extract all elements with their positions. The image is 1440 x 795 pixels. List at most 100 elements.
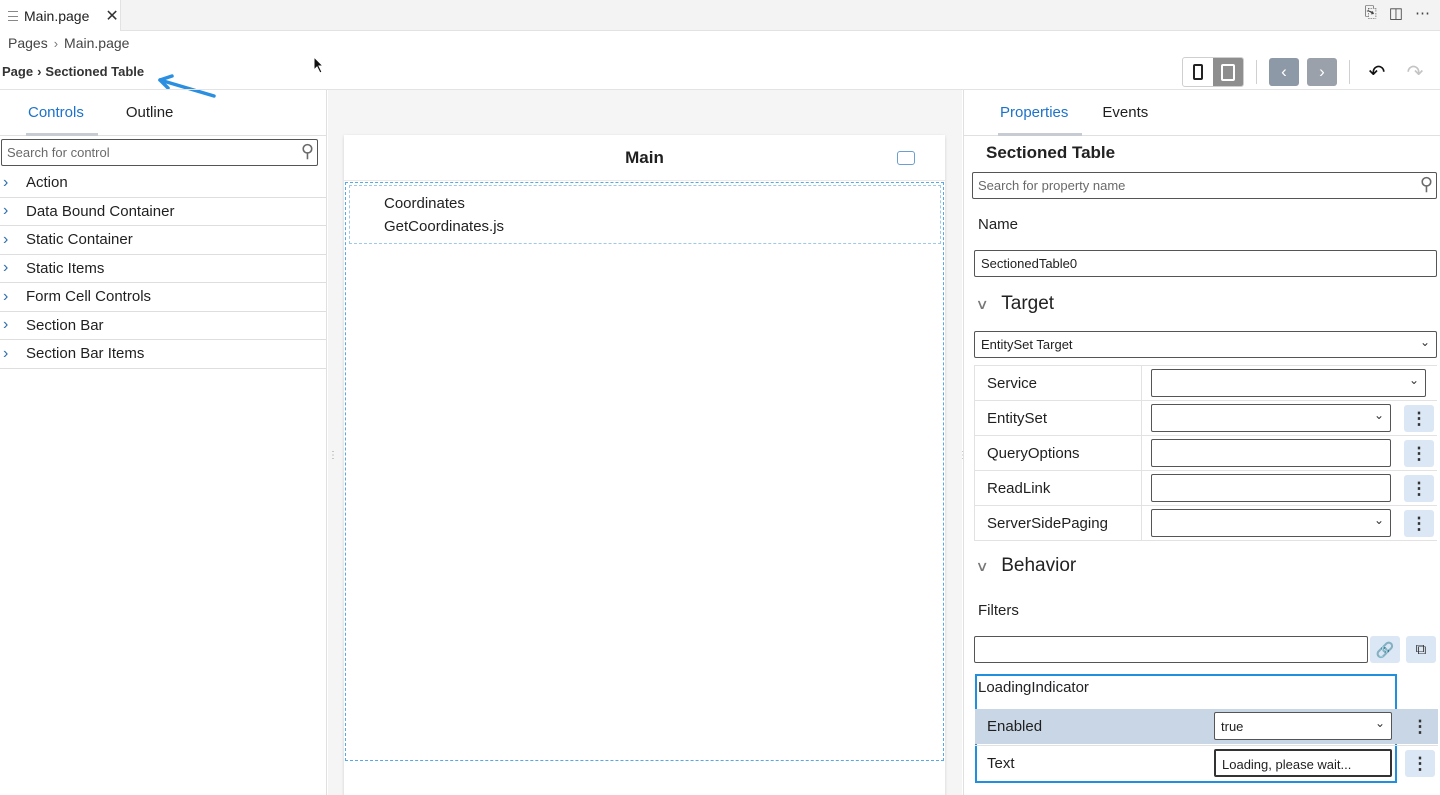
name-label: Name (978, 216, 1019, 233)
add-item-icon[interactable]: ⧉ (1406, 636, 1436, 663)
more-options-button[interactable]: ⋮ (1404, 440, 1434, 467)
more-options-button[interactable]: ⋮ (1405, 750, 1435, 777)
control-category-label: Section Bar (26, 316, 104, 334)
chevron-right-icon: › (53, 35, 59, 51)
property-label: Service (974, 366, 1142, 400)
more-options-button[interactable]: ⋮ (1404, 475, 1434, 502)
enabled-select[interactable]: true ⌄ (1214, 712, 1392, 740)
target-properties-grid: Service ⌄ EntitySet ⌄ ⋮ QueryOptions ⋮ R… (974, 365, 1437, 541)
name-field[interactable]: SectionedTable0 (974, 250, 1437, 277)
chevron-down-icon: ⌄ (1408, 373, 1419, 387)
target-type-select[interactable]: EntitySet Target ⌄ (974, 331, 1437, 358)
property-search-placeholder: Search for property name (978, 178, 1126, 193)
designer-toolbar: ‹ › ↶ ↷ (1182, 57, 1430, 87)
chevron-down-icon: ⌄ (1373, 408, 1384, 422)
control-category[interactable]: › Static Items (0, 255, 326, 283)
redo-button[interactable]: ↷ (1400, 60, 1430, 85)
chevron-right-icon: › (3, 173, 9, 191)
screenshot-icon[interactable] (897, 151, 915, 165)
sectioned-table-control[interactable]: Coordinates GetCoordinates.js (345, 182, 944, 761)
navigate-back-button[interactable]: ‹ (1269, 58, 1299, 86)
design-canvas: ⋮ ⋮ Main Coordinates GetCoordinates.js (328, 90, 968, 795)
properties-panel: Properties Events Sectioned Table Search… (963, 90, 1440, 795)
property-search-input[interactable]: Search for property name ⚲ (972, 172, 1437, 199)
phone-view-button[interactable] (1183, 58, 1213, 86)
property-label: EntitySet (974, 401, 1142, 435)
behavior-heading: Behavior (1001, 555, 1077, 576)
breadcrumb-pages[interactable]: Pages (8, 35, 48, 51)
tablet-icon (1221, 63, 1235, 81)
property-row-enabled[interactable]: Enabled true ⌄ ⋮ (975, 709, 1438, 744)
service-select[interactable]: ⌄ (1151, 369, 1426, 397)
loading-indicator-label: LoadingIndicator (978, 679, 1089, 696)
queryoptions-input[interactable] (1151, 439, 1391, 467)
control-search-placeholder: Search for control (7, 145, 110, 160)
device-toggle (1182, 57, 1244, 87)
cell-title: Coordinates (384, 195, 465, 212)
control-category[interactable]: › Section Bar (0, 312, 326, 340)
close-tab-icon[interactable]: ✕ (105, 6, 118, 26)
entityset-select[interactable]: ⌄ (1151, 404, 1391, 432)
tab-outline[interactable]: Outline (112, 90, 188, 135)
loading-text-input[interactable]: Loading, please wait... (1214, 749, 1392, 777)
tablet-view-button[interactable] (1213, 58, 1243, 86)
device-preview: Main Coordinates GetCoordinates.js (344, 135, 945, 795)
control-search-input[interactable]: Search for control ⚲ (1, 139, 318, 166)
control-category[interactable]: › Section Bar Items (0, 340, 326, 369)
chevron-right-icon: › (3, 287, 9, 305)
open-changes-icon[interactable]: ⎘ (1365, 4, 1377, 22)
control-category[interactable]: › Action (0, 169, 326, 198)
control-category[interactable]: › Data Bound Container (0, 198, 326, 226)
search-icon[interactable]: ⚲ (1420, 174, 1433, 195)
navigate-forward-button[interactable]: › (1307, 58, 1337, 86)
undo-button[interactable]: ↶ (1362, 60, 1392, 85)
editor-tab-label: Main.page (24, 7, 90, 24)
editor-tab-main-page[interactable]: Main.page ✕ (0, 0, 121, 31)
breadcrumb-file[interactable]: Main.page (64, 35, 129, 51)
control-category-label: Static Container (26, 231, 133, 249)
control-category[interactable]: › Static Container (0, 226, 326, 255)
breadcrumb: Pages › Main.page (8, 35, 129, 51)
link-icon[interactable]: 🔗 (1370, 636, 1400, 663)
control-category-label: Static Items (26, 259, 105, 277)
tab-events[interactable]: Events (1088, 90, 1162, 135)
target-group-header[interactable]: ∨ Target (975, 293, 1054, 315)
serversidepaging-select[interactable]: ⌄ (1151, 509, 1391, 537)
behavior-group-header[interactable]: ∨ Behavior (975, 555, 1077, 577)
property-label: ReadLink (974, 471, 1142, 505)
chevron-right-icon: › (3, 316, 9, 334)
page-crumb-root[interactable]: Page (2, 64, 33, 79)
split-editor-icon[interactable]: ◫ (1389, 4, 1403, 22)
editor-tab-bar: Main.page ✕ ⎘ ◫ ⋯ (0, 0, 1440, 31)
property-label: Text (987, 754, 1015, 772)
search-icon[interactable]: ⚲ (301, 141, 314, 162)
control-category-label: Action (26, 174, 68, 192)
chevron-right-icon: › (3, 202, 9, 220)
chevron-down-icon: ⌄ (1373, 513, 1384, 527)
tab-properties[interactable]: Properties (986, 90, 1083, 136)
mouse-cursor-icon (313, 56, 325, 74)
page-crumb-current[interactable]: Sectioned Table (45, 64, 144, 79)
chevron-down-icon: ∨ (975, 295, 989, 312)
more-options-button[interactable]: ⋮ (1404, 405, 1434, 432)
property-label: QueryOptions (974, 436, 1142, 470)
control-category[interactable]: › Form Cell Controls (0, 283, 326, 312)
chevron-down-icon: ⌄ (1419, 335, 1430, 349)
more-options-button[interactable]: ⋮ (1404, 510, 1434, 537)
page-title: Main (344, 135, 945, 181)
property-label: ServerSidePaging (974, 506, 1142, 540)
property-row-queryoptions: QueryOptions ⋮ (974, 436, 1437, 471)
property-row-text[interactable]: Text Loading, please wait... ⋮ (975, 745, 1438, 780)
controls-panel: Controls Outline Search for control ⚲ › A… (0, 90, 327, 795)
readlink-input[interactable] (1151, 474, 1391, 502)
resize-handle-left[interactable]: ⋮ (328, 450, 338, 464)
property-row-serversidepaging: ServerSidePaging ⌄ ⋮ (974, 506, 1437, 541)
more-options-button[interactable]: ⋮ (1405, 713, 1435, 740)
filters-input[interactable] (974, 636, 1368, 663)
table-section[interactable]: Coordinates GetCoordinates.js (349, 185, 941, 244)
property-row-service: Service ⌄ (974, 366, 1437, 401)
more-actions-icon[interactable]: ⋯ (1415, 4, 1430, 22)
property-label: Enabled (987, 718, 1043, 735)
tab-controls[interactable]: Controls (14, 90, 98, 136)
resize-handle-right[interactable]: ⋮ (958, 450, 968, 464)
